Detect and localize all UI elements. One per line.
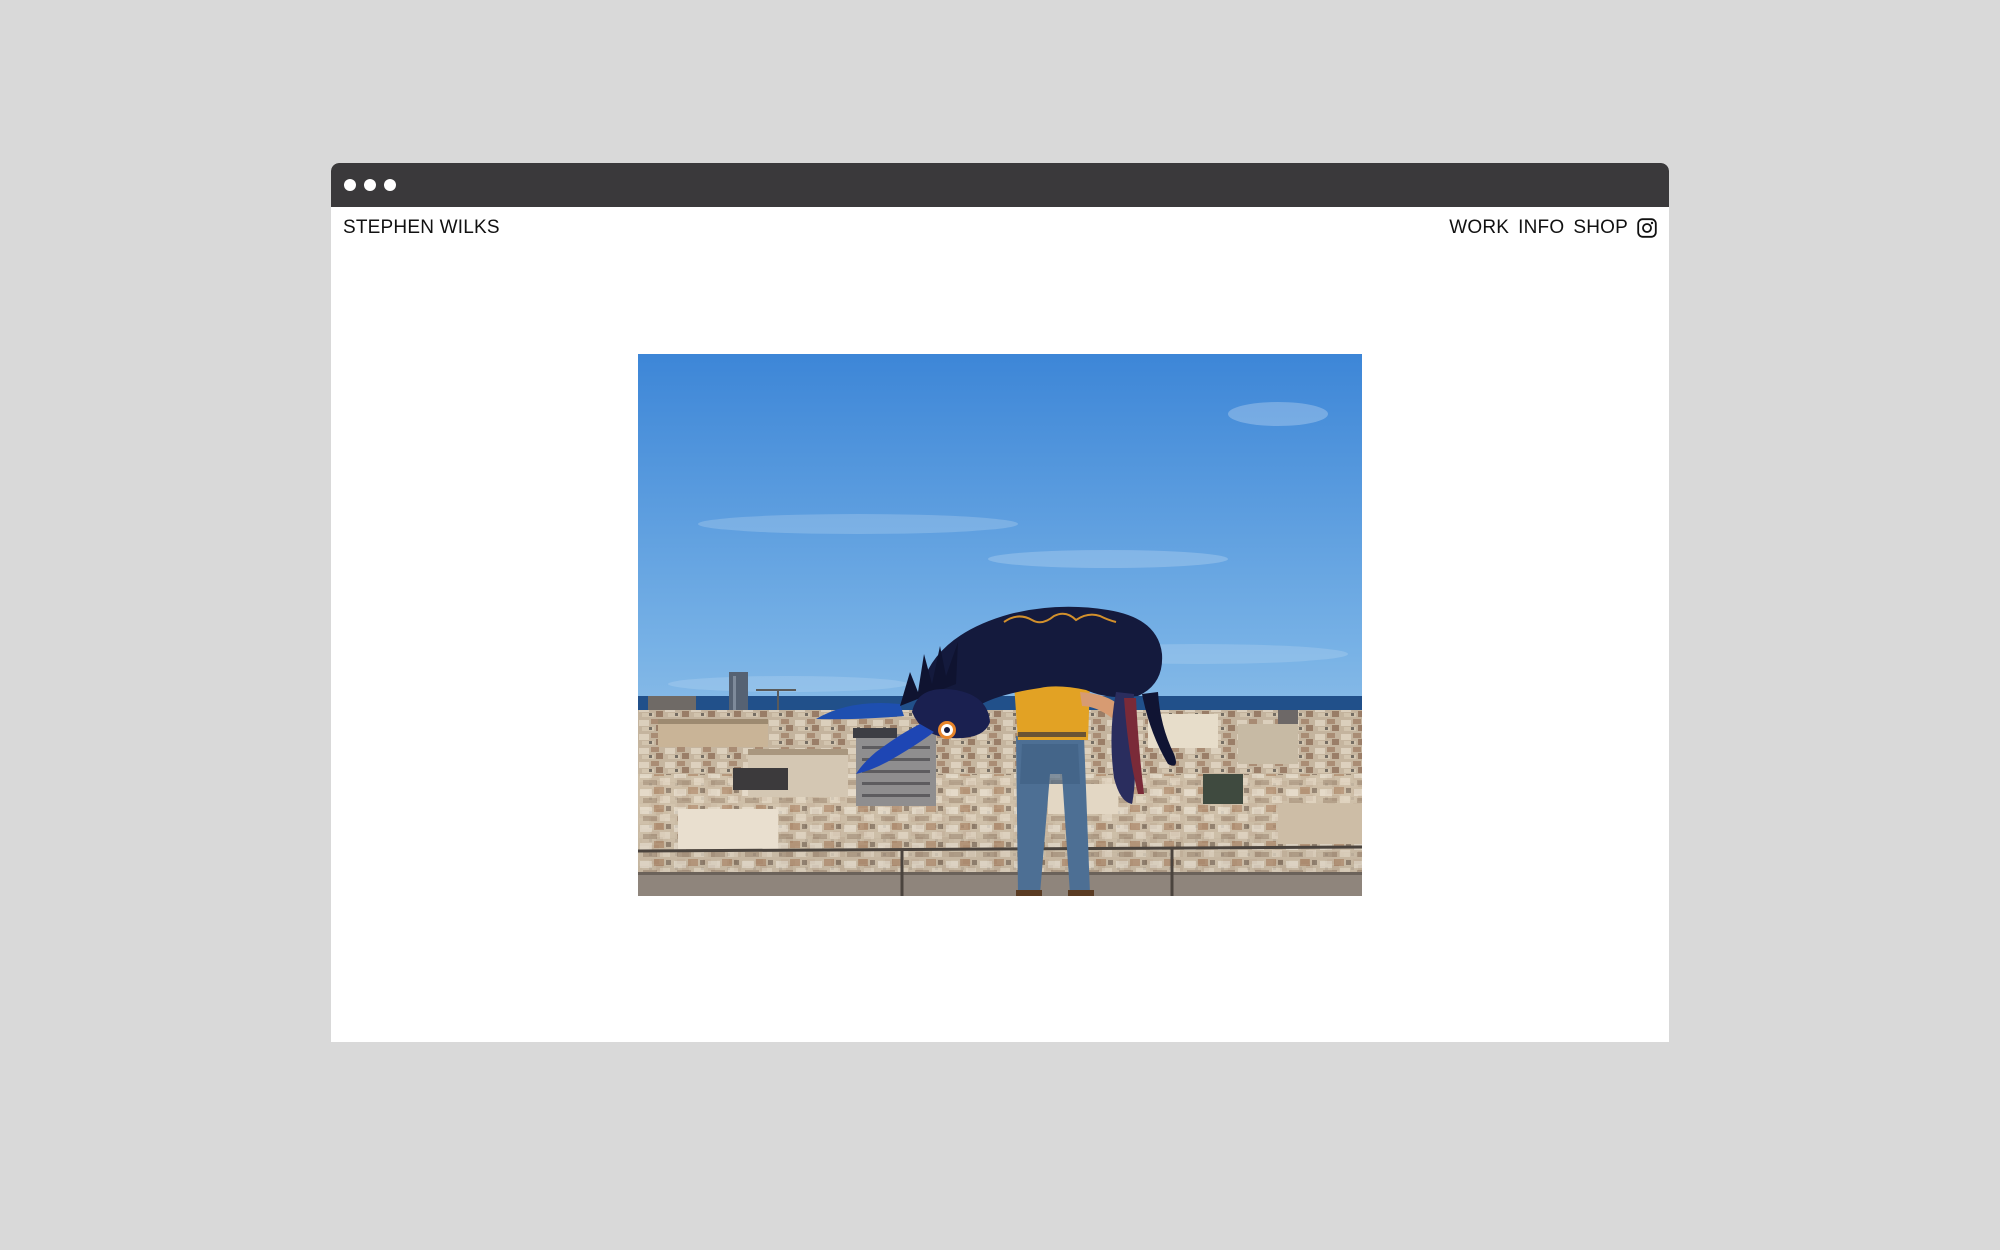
hero-photo[interactable] <box>638 354 1362 896</box>
main-navigation: WORK INFO SHOP <box>1449 217 1657 239</box>
nav-link-info[interactable]: INFO <box>1518 217 1564 239</box>
window-control-dot[interactable] <box>364 179 376 191</box>
photo-artwork <box>638 354 1362 896</box>
site-title[interactable]: STEPHEN WILKS <box>343 217 500 239</box>
window-control-dot[interactable] <box>344 179 356 191</box>
window-control-dot[interactable] <box>384 179 396 191</box>
instagram-icon[interactable] <box>1637 218 1657 238</box>
nav-link-work[interactable]: WORK <box>1449 217 1509 239</box>
nav-link-shop[interactable]: SHOP <box>1573 217 1628 239</box>
browser-title-bar <box>331 163 1669 207</box>
browser-window: STEPHEN WILKS WORK INFO SHOP <box>331 163 1669 1042</box>
